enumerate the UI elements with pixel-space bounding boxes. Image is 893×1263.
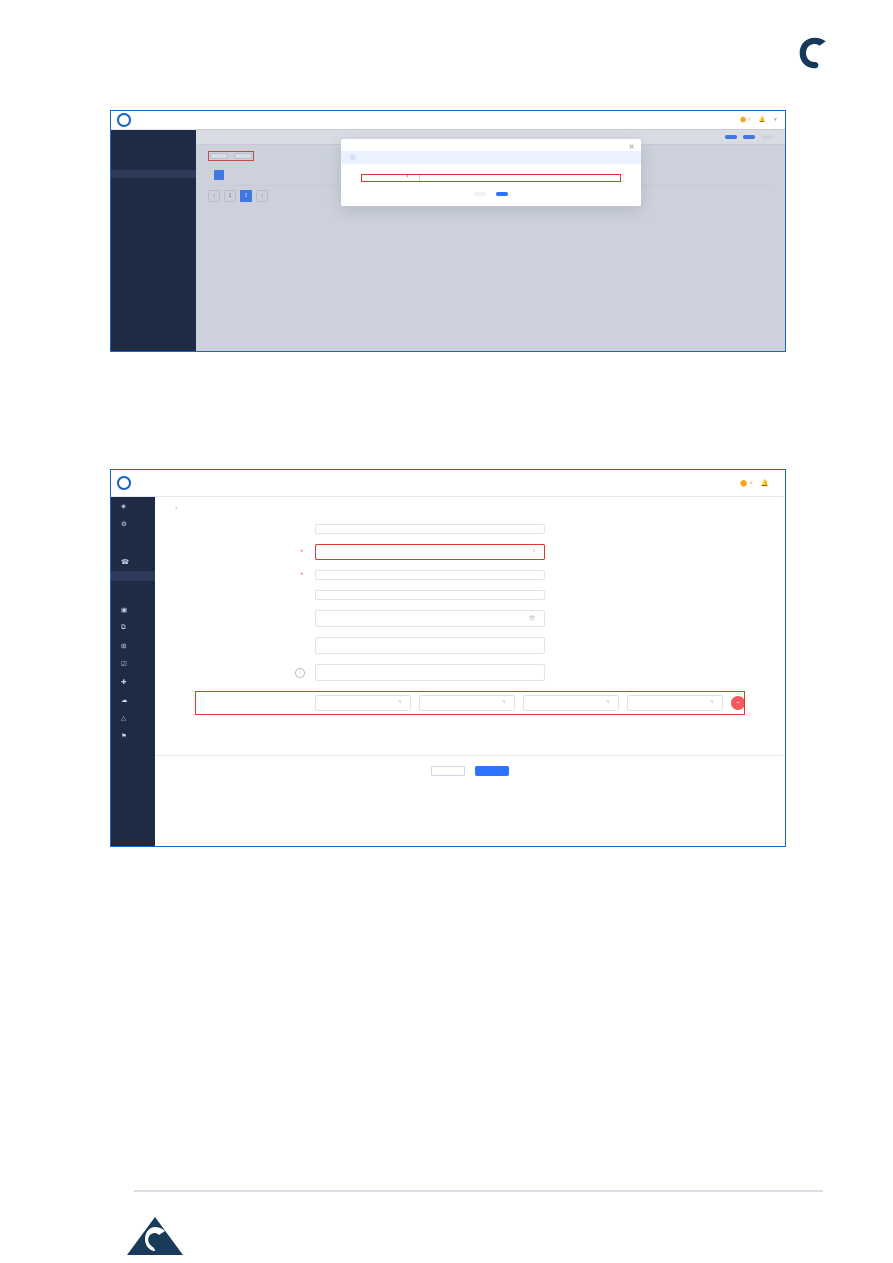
topbar: ⬤ ˅ 🔔 (155, 470, 785, 497)
sidebar-item-site[interactable] (111, 202, 196, 210)
sidebar-item-sip-account[interactable] (111, 571, 155, 581)
sip-server-label: * (361, 175, 411, 181)
brand-logo-icon (797, 35, 833, 73)
sidebar-item-default[interactable] (111, 146, 196, 154)
notifications-icon[interactable]: 🔔 (759, 117, 766, 123)
logo-icon (117, 476, 131, 490)
modify-sip-server-modal: ✕ ⓘ * (341, 139, 641, 206)
sidebar-item-site[interactable]: ⊞ (111, 637, 155, 655)
breadcrumb: › (155, 497, 785, 520)
assign-account-select[interactable]: ˅ (627, 695, 723, 711)
screenshot-edit-account: ◈ ⚙ ☎ ▣ ⧉ ⊞ ☑ ✚ ☁ △ ⚑ ⬤ ˅ 🔔 (110, 469, 786, 847)
modal-cancel-button[interactable] (474, 192, 486, 196)
sidebar-item-resource[interactable]: ☁ (111, 691, 155, 709)
sidebar-item-diagnostics[interactable]: ✚ (111, 673, 155, 691)
sidebar-item-sip-server[interactable] (111, 581, 155, 591)
footer-divider (134, 1190, 823, 1192)
remove-assignment-button[interactable]: − (731, 696, 745, 710)
modal-info-note: ⓘ (341, 151, 641, 164)
sidebar-item-diagnostics[interactable] (111, 218, 196, 226)
topbar: ⬤ ˅ 🔔 ˅ (196, 111, 785, 130)
sidebar-item-device[interactable] (111, 186, 196, 194)
voicemail-input[interactable] (315, 664, 545, 681)
modal-save-button[interactable] (496, 192, 508, 196)
sidebar-item-voip-account[interactable]: ☎ (111, 553, 155, 571)
sidebar-item-template[interactable] (111, 194, 196, 202)
eye-icon[interactable]: 👁 (528, 615, 536, 622)
close-icon[interactable]: ✕ (629, 143, 635, 151)
sidebar-item-template[interactable]: ⧉ (111, 619, 155, 637)
main-area: ⬤ ˅ 🔔 ˅ (196, 111, 785, 351)
sidebar-item-task[interactable] (111, 210, 196, 218)
sip-server-select[interactable] (419, 174, 621, 182)
sidebar-item-task[interactable]: ☑ (111, 655, 155, 673)
account-name-input[interactable] (315, 524, 545, 534)
sidebar-item-voip-account[interactable] (111, 162, 196, 170)
sip-user-id-input[interactable] (315, 570, 545, 580)
sidebar: ◈ ⚙ ☎ ▣ ⧉ ⊞ ☑ ✚ ☁ △ ⚑ (111, 470, 155, 846)
sip-server-label: * (195, 549, 305, 556)
save-button[interactable] (475, 766, 509, 776)
notifications-icon[interactable]: 🔔 (761, 479, 769, 487)
sidebar-item-organization[interactable] (111, 138, 196, 146)
main-area: ⬤ ˅ 🔔 › * ˅ * (155, 470, 785, 846)
sidebar (111, 111, 196, 351)
sidebar-item-dashboard[interactable]: ◈ (111, 497, 155, 515)
sidebar-item-channel[interactable]: ⚑ (111, 727, 155, 745)
voicemail-label: i (195, 668, 305, 678)
auth-id-input[interactable] (315, 590, 545, 600)
screenshot-modify-sip-server: ⬤ ˅ 🔔 ˅ (110, 110, 786, 352)
sidebar-item-organization[interactable]: ⚙ (111, 515, 155, 533)
name-input[interactable] (315, 637, 545, 654)
cancel-button[interactable] (431, 766, 465, 776)
sidebar-item-overview[interactable] (111, 543, 155, 553)
sip-server-select[interactable]: ˅ (315, 544, 545, 560)
logo-icon (117, 113, 131, 127)
plan-service-link[interactable]: ⬤ ˅ (740, 117, 751, 123)
sidebar-item-sip-account[interactable] (111, 170, 196, 178)
assign-site-select[interactable]: ˅ (315, 695, 411, 711)
user-menu[interactable]: ˅ (774, 117, 777, 123)
plan-service-link[interactable]: ⬤ ˅ (740, 479, 753, 487)
edit-account-form: * ˅ * 👁 (155, 520, 785, 715)
sidebar-item-sip-server[interactable] (111, 178, 196, 186)
assign-mac-select[interactable]: ˅ (523, 695, 619, 711)
sip-user-id-label: * (195, 572, 305, 579)
sidebar-item-dashboard[interactable] (111, 130, 196, 138)
sidebar-item-device[interactable]: ▣ (111, 601, 155, 619)
app-logo (111, 470, 155, 497)
form-footer (155, 755, 785, 786)
brand-header (797, 35, 843, 73)
sidebar-item-overview[interactable] (111, 154, 196, 162)
footer-logo-icon (125, 1215, 185, 1259)
sidebar-item-default-org[interactable] (111, 533, 155, 543)
info-icon[interactable]: i (295, 668, 305, 678)
assign-model-select[interactable]: ˅ (419, 695, 515, 711)
password-input[interactable]: 👁 (315, 610, 545, 627)
sidebar-item-voip-device[interactable] (111, 591, 155, 601)
app-logo (111, 111, 196, 130)
sidebar-item-alert[interactable]: △ (111, 709, 155, 727)
chevron-down-icon: ˅ (532, 549, 536, 555)
